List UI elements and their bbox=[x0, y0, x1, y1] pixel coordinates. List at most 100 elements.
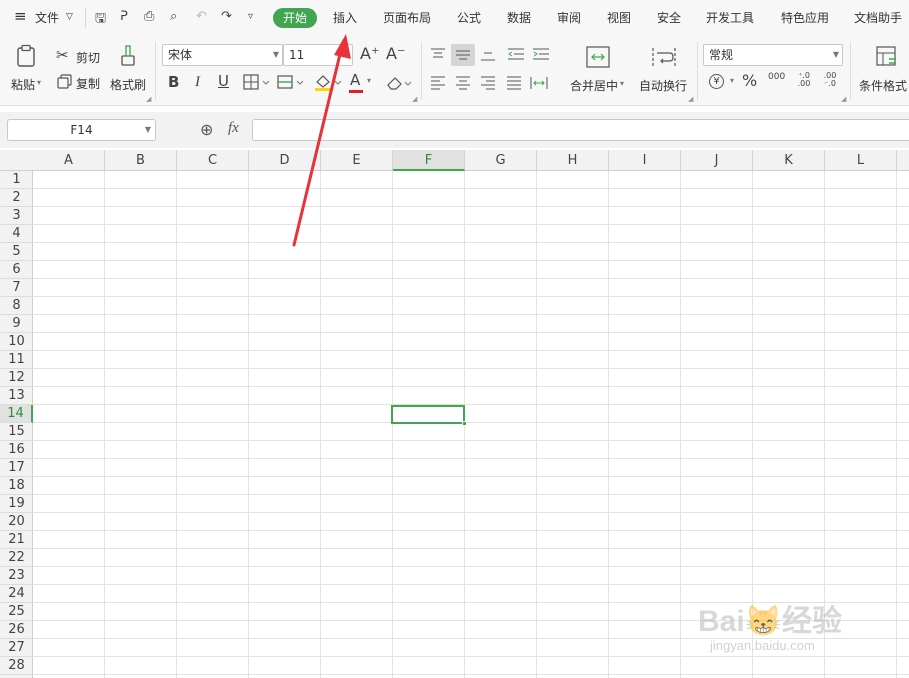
tab-page-layout[interactable]: 页面布局 bbox=[383, 9, 431, 26]
italic-button[interactable]: I bbox=[195, 75, 200, 90]
align-bottom-icon[interactable] bbox=[480, 48, 496, 62]
row-header[interactable]: 12 bbox=[0, 369, 33, 387]
increase-font-size-icon[interactable]: A⁺ bbox=[360, 46, 379, 62]
row-header[interactable]: 21 bbox=[0, 531, 33, 549]
decrease-decimal-icon[interactable]: .00 ⁻.0 bbox=[822, 72, 838, 88]
row-header[interactable]: 5 bbox=[0, 243, 33, 261]
row-header[interactable]: 1 bbox=[0, 171, 33, 189]
tab-developer[interactable]: 开发工具 bbox=[706, 9, 754, 26]
undo-icon[interactable]: ↶ bbox=[196, 9, 207, 24]
row-header[interactable]: 10 bbox=[0, 333, 33, 351]
row-header[interactable]: 26 bbox=[0, 621, 33, 639]
clipboard-dialog-launcher-icon[interactable]: ◢ bbox=[146, 96, 151, 103]
font-dialog-launcher-icon[interactable]: ◢ bbox=[412, 96, 417, 103]
zoom-search-icon[interactable]: ⊕ bbox=[200, 120, 213, 139]
chevron-down-icon[interactable]: ▽ bbox=[66, 12, 73, 22]
fill-handle[interactable] bbox=[462, 421, 467, 426]
align-right-icon[interactable] bbox=[480, 76, 496, 90]
align-center-icon[interactable] bbox=[455, 76, 471, 90]
decrease-font-size-icon[interactable]: A⁻ bbox=[386, 46, 405, 62]
tab-doc-assistant[interactable]: 文档助手 bbox=[854, 9, 902, 26]
percent-icon[interactable]: % bbox=[742, 73, 757, 89]
customize-quick-access-icon[interactable]: ▿ bbox=[248, 11, 253, 22]
row-header[interactable]: 16 bbox=[0, 441, 33, 459]
column-header-h[interactable]: H bbox=[537, 150, 609, 171]
increase-decimal-icon[interactable]: ⁺.0 .00 bbox=[796, 72, 812, 88]
tab-home[interactable]: 开始 bbox=[273, 8, 317, 28]
row-header[interactable]: 6 bbox=[0, 261, 33, 279]
currency-icon[interactable]: ¥ bbox=[709, 74, 724, 89]
save-icon[interactable]: 🖫 bbox=[95, 9, 106, 31]
print-preview-icon[interactable]: ⌕ bbox=[170, 9, 177, 24]
row-header[interactable]: 17 bbox=[0, 459, 33, 477]
row-header[interactable]: 11 bbox=[0, 351, 33, 369]
selected-cell-f14[interactable] bbox=[391, 405, 467, 426]
tab-review[interactable]: 审阅 bbox=[557, 9, 581, 26]
row-header[interactable]: 27 bbox=[0, 639, 33, 657]
row-header[interactable]: 9 bbox=[0, 315, 33, 333]
column-header-a[interactable]: A bbox=[33, 150, 105, 171]
column-header-b[interactable]: B bbox=[105, 150, 177, 171]
tab-security[interactable]: 安全 bbox=[657, 9, 681, 26]
row-header[interactable]: 4 bbox=[0, 225, 33, 243]
tab-formulas[interactable]: 公式 bbox=[457, 9, 481, 26]
row-header[interactable]: 23 bbox=[0, 567, 33, 585]
row-header[interactable]: 7 bbox=[0, 279, 33, 297]
row-header[interactable]: 28 bbox=[0, 657, 33, 675]
tab-insert[interactable]: 插入 bbox=[333, 9, 357, 26]
decrease-indent-icon[interactable] bbox=[507, 47, 525, 62]
borders-icon[interactable] bbox=[243, 74, 271, 90]
print-icon[interactable]: ⎙ bbox=[144, 9, 154, 24]
tab-data[interactable]: 数据 bbox=[507, 9, 531, 26]
number-format-select[interactable]: 常规 ▼ bbox=[703, 44, 843, 66]
row-header[interactable]: 2 bbox=[0, 189, 33, 207]
thousands-separator-icon[interactable]: 000 bbox=[768, 73, 785, 82]
column-header-j[interactable]: J bbox=[681, 150, 753, 171]
alignment-dialog-launcher-icon[interactable]: ◢ bbox=[688, 96, 693, 103]
row-header[interactable]: 22 bbox=[0, 549, 33, 567]
row-header[interactable]: 20 bbox=[0, 513, 33, 531]
column-header-k[interactable]: K bbox=[753, 150, 825, 171]
format-painter-icon[interactable]: ᕈ bbox=[120, 9, 128, 24]
column-header-l[interactable]: L bbox=[825, 150, 897, 171]
font-size-select[interactable]: 11 ▼ bbox=[283, 44, 353, 66]
row-header[interactable]: 15 bbox=[0, 423, 33, 441]
row-header[interactable]: 13 bbox=[0, 387, 33, 405]
row-header[interactable]: 8 bbox=[0, 297, 33, 315]
underline-button[interactable]: U bbox=[218, 74, 229, 89]
hamburger-icon[interactable]: ≡ bbox=[14, 7, 27, 25]
row-header[interactable]: 3 bbox=[0, 207, 33, 225]
row-header[interactable]: 19 bbox=[0, 495, 33, 513]
eraser-icon[interactable] bbox=[385, 74, 415, 92]
distributed-align-icon[interactable] bbox=[530, 76, 548, 90]
fill-color-icon[interactable] bbox=[313, 72, 343, 92]
name-box[interactable]: F14 ▼ bbox=[7, 119, 156, 141]
formula-input[interactable] bbox=[252, 119, 909, 141]
column-header-e[interactable]: E bbox=[321, 150, 393, 171]
row-header[interactable]: 24 bbox=[0, 585, 33, 603]
align-middle-button[interactable] bbox=[451, 44, 475, 66]
column-header-d[interactable]: D bbox=[249, 150, 321, 171]
column-header-i[interactable]: I bbox=[609, 150, 681, 171]
row-header-selected[interactable]: 14 bbox=[0, 405, 33, 423]
tab-special-apps[interactable]: 特色应用 bbox=[781, 9, 829, 26]
row-header[interactable]: 25 bbox=[0, 603, 33, 621]
increase-indent-icon[interactable] bbox=[532, 47, 550, 62]
justify-icon[interactable] bbox=[506, 76, 522, 90]
insert-function-button[interactable]: fx bbox=[228, 120, 239, 137]
chevron-down-icon[interactable]: ▾ bbox=[730, 77, 734, 85]
redo-icon[interactable]: ↷ bbox=[221, 9, 232, 24]
number-dialog-launcher-icon[interactable]: ◢ bbox=[841, 96, 846, 103]
file-menu[interactable]: 文件 bbox=[35, 9, 59, 26]
cell-style-icon[interactable] bbox=[277, 74, 305, 90]
column-header-g[interactable]: G bbox=[465, 150, 537, 171]
column-header-f[interactable]: F bbox=[393, 150, 465, 171]
row-header[interactable]: 18 bbox=[0, 477, 33, 495]
tab-view[interactable]: 视图 bbox=[607, 9, 631, 26]
align-left-icon[interactable] bbox=[430, 76, 446, 90]
font-name-value: 宋体 bbox=[168, 48, 193, 62]
column-header-c[interactable]: C bbox=[177, 150, 249, 171]
bold-button[interactable]: B bbox=[168, 75, 179, 90]
align-top-icon[interactable] bbox=[430, 48, 446, 62]
font-name-select[interactable]: 宋体 ▼ bbox=[162, 44, 283, 66]
